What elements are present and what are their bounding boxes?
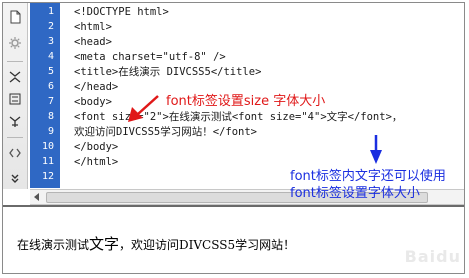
line-number-gutter: 1 2 3 4 5 6 7 8 9 10 11 12 bbox=[30, 3, 60, 188]
more-icon[interactable] bbox=[6, 171, 24, 187]
collapse-tags-icon[interactable] bbox=[6, 69, 24, 85]
line-number: 8 bbox=[47, 111, 54, 122]
code-line[interactable]: </body> bbox=[74, 141, 118, 153]
code-line[interactable]: <body> bbox=[74, 96, 112, 108]
line-number: 2 bbox=[47, 21, 54, 32]
line-number: 12 bbox=[41, 171, 54, 182]
toolbar-separator bbox=[7, 137, 23, 138]
code-line[interactable]: <head> bbox=[74, 36, 112, 48]
line-number: 4 bbox=[47, 51, 54, 62]
settings-icon[interactable] bbox=[6, 35, 24, 51]
preview-text-before: 在线演示测试 bbox=[17, 238, 90, 252]
pane-divider[interactable] bbox=[3, 205, 464, 207]
line-number: 11 bbox=[41, 156, 54, 167]
wrap-tag-icon[interactable] bbox=[6, 145, 24, 161]
scroll-left-icon[interactable] bbox=[34, 193, 39, 201]
preview-text-big: 文字 bbox=[89, 235, 120, 253]
line-number: 3 bbox=[47, 36, 54, 47]
line-number: 7 bbox=[47, 96, 54, 107]
line-number: 9 bbox=[47, 126, 54, 137]
code-line[interactable]: </head> bbox=[74, 81, 118, 93]
blue-annotation: font标签内文字还可以使用font标签设置字体大小 bbox=[290, 169, 446, 201]
line-number: 5 bbox=[47, 66, 54, 77]
preview-text-after: ，欢迎访问DIVCSS5学习网站！ bbox=[119, 238, 296, 252]
code-line[interactable]: <meta charset="utf-8" /> bbox=[74, 51, 226, 63]
watermark-logo: Baidu bbox=[404, 247, 461, 266]
select-parent-icon[interactable] bbox=[6, 113, 24, 129]
code-line[interactable]: <font size="2">在线演示测试<font size="4">文字</… bbox=[74, 111, 402, 123]
line-number: 10 bbox=[41, 141, 54, 152]
line-number: 6 bbox=[47, 81, 54, 92]
code-line[interactable]: <html> bbox=[74, 21, 112, 33]
toolbar-separator bbox=[7, 61, 23, 62]
line-number: 1 bbox=[47, 6, 54, 17]
code-line[interactable]: <!DOCTYPE html> bbox=[74, 6, 169, 18]
code-line[interactable]: <title>在线演示 DIVCSS5</title> bbox=[74, 66, 261, 78]
code-line[interactable]: </html> bbox=[74, 156, 118, 168]
preview-output: 在线演示测试文字，欢迎访问DIVCSS5学习网站！ bbox=[17, 233, 295, 254]
code-line[interactable]: 欢迎访问DIVCSS5学习网站！</font> bbox=[74, 126, 257, 138]
red-annotation: font标签设置size 字体大小 bbox=[166, 94, 326, 109]
expand-tags-icon[interactable] bbox=[6, 91, 24, 107]
side-toolbar bbox=[3, 3, 28, 189]
new-document-icon[interactable] bbox=[6, 9, 24, 25]
